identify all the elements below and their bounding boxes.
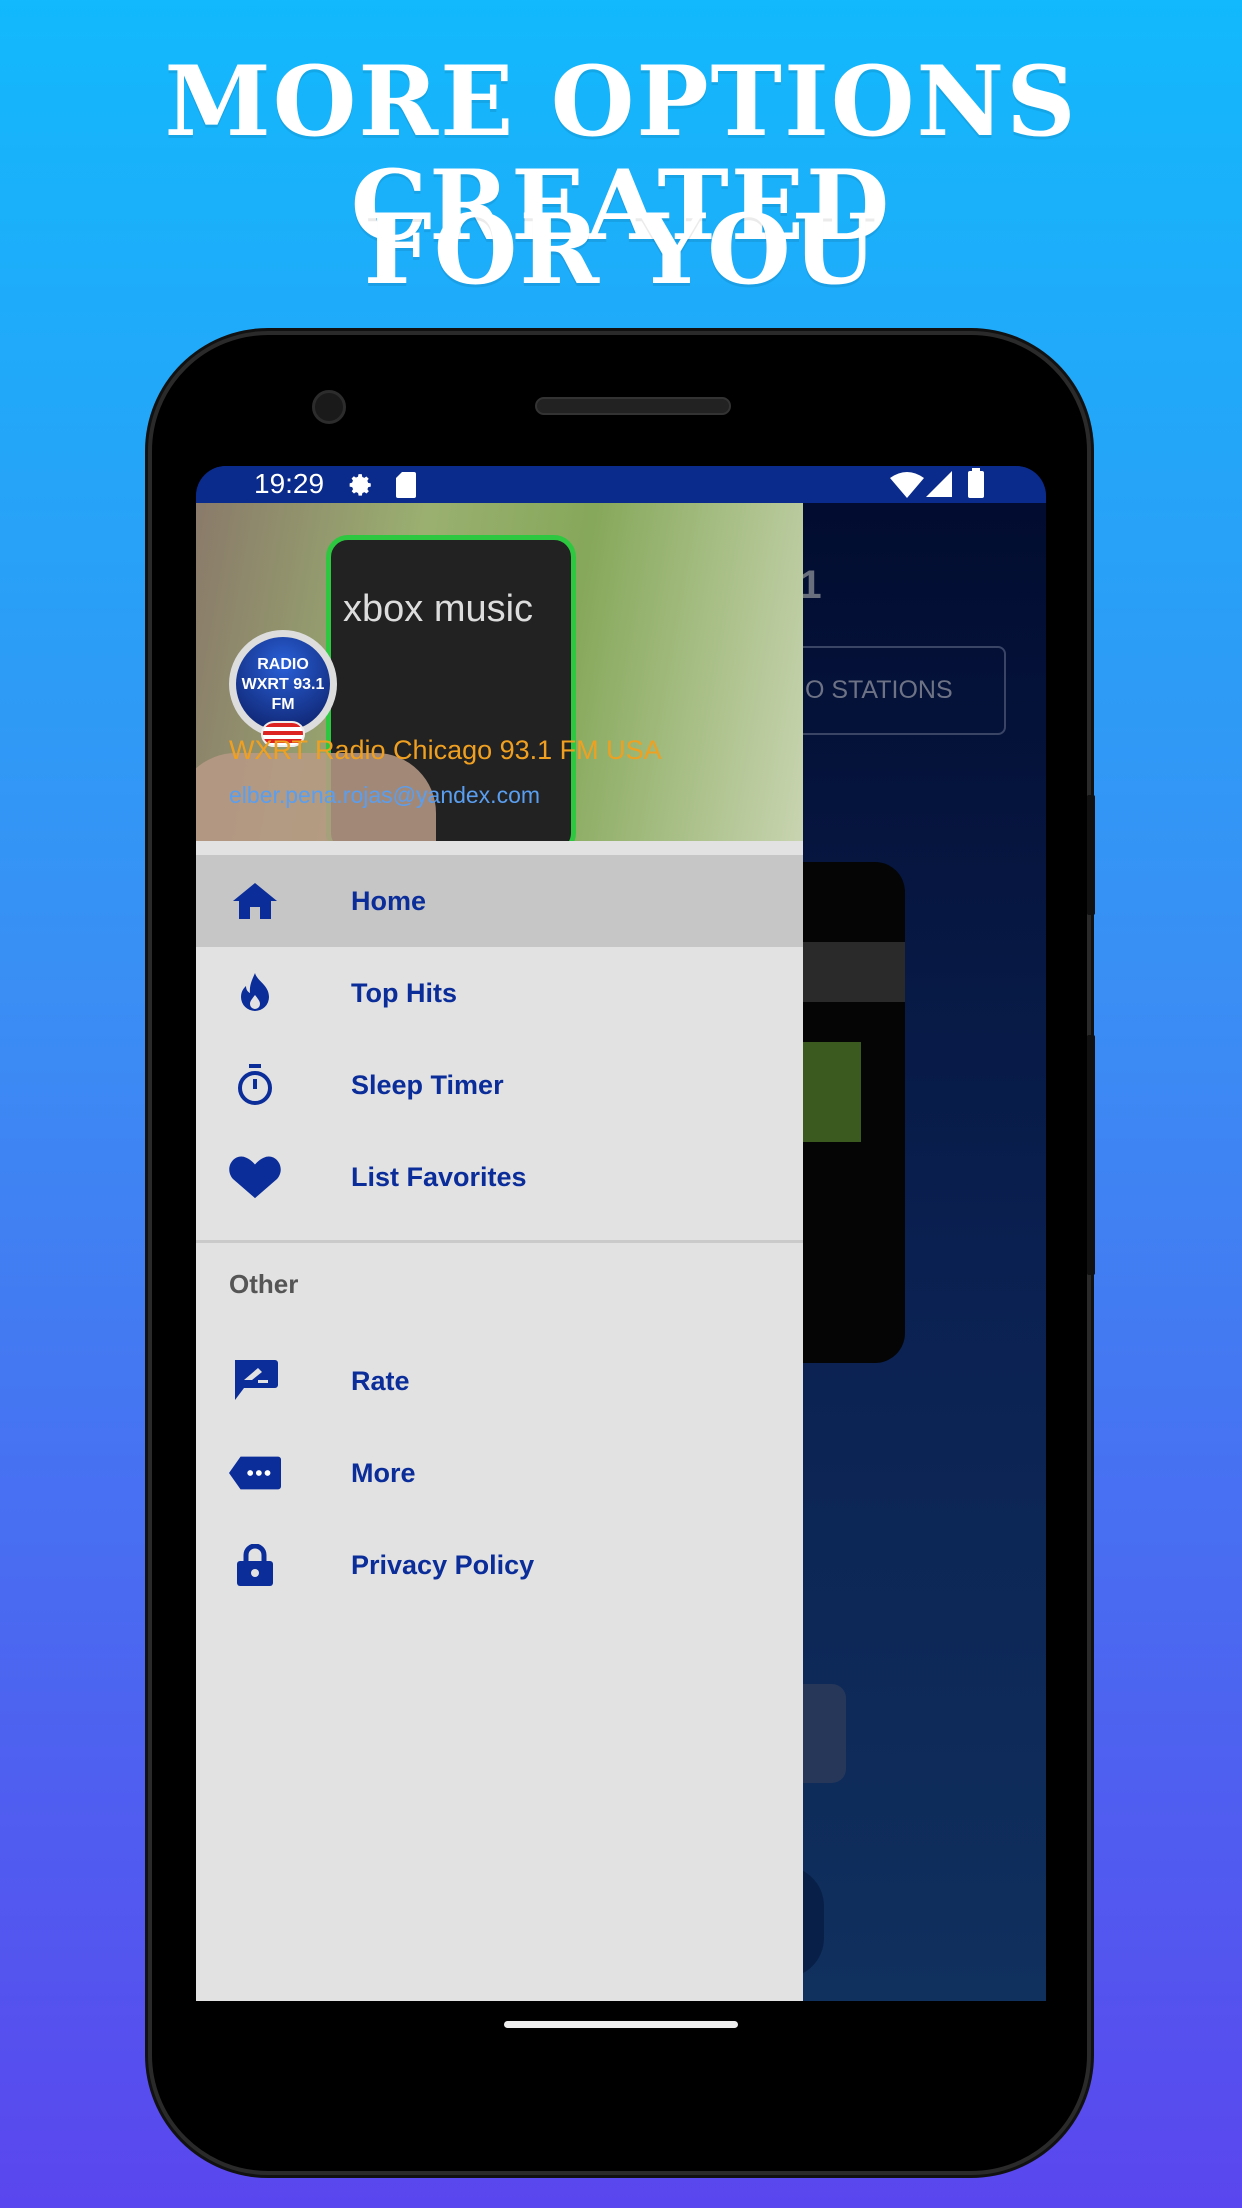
- menu-label: Privacy Policy: [351, 1550, 535, 1580]
- camera: [312, 390, 346, 424]
- timer-icon: [229, 1059, 281, 1111]
- navigation-drawer: xbox music RADIO WXRT 93.1 FM WXRT Radio…: [196, 503, 803, 2001]
- more-tag-icon: [229, 1447, 281, 1499]
- power-button: [1087, 795, 1095, 915]
- battery-icon: [968, 468, 984, 498]
- menu-item-sleep-timer[interactable]: Sleep Timer: [196, 1039, 803, 1131]
- navigation-bar: [196, 2001, 1046, 2061]
- section-title-other: Other: [229, 1269, 299, 1299]
- menu-item-rate[interactable]: Rate: [196, 1335, 803, 1427]
- volume-button: [1087, 1035, 1095, 1275]
- menu-label: Home: [351, 886, 427, 916]
- avatar: RADIO WXRT 93.1 FM: [229, 630, 337, 747]
- menu-item-more[interactable]: More: [196, 1427, 803, 1519]
- status-time: 19:29: [254, 468, 325, 499]
- user-email: elber.pena.rojas@yandex.com: [229, 782, 541, 808]
- header-image-text: xbox music: [343, 588, 534, 630]
- screen: 19:29 3.1 IO STATIONS xbox music RADIO W…: [196, 466, 1046, 2001]
- menu-label: Sleep Timer: [351, 1070, 504, 1100]
- lock-icon: [229, 1539, 281, 1591]
- home-indicator[interactable]: [504, 2021, 738, 2028]
- gear-icon: [349, 474, 371, 496]
- menu-label: Rate: [351, 1366, 410, 1396]
- status-bar: 19:29: [196, 466, 1046, 503]
- sd-card-icon: [396, 472, 416, 498]
- menu-label: More: [351, 1458, 416, 1488]
- heart-icon: [229, 1151, 281, 1203]
- menu-item-home[interactable]: Home: [196, 855, 803, 947]
- menu-item-list-favorites[interactable]: List Favorites: [196, 1131, 803, 1223]
- menu-item-top-hits[interactable]: Top Hits: [196, 947, 803, 1039]
- drawer-header: xbox music RADIO WXRT 93.1 FM WXRT Radio…: [196, 503, 803, 841]
- avatar-text: RADIO WXRT 93.1 FM: [241, 656, 325, 713]
- rate-review-icon: [229, 1355, 281, 1407]
- divider: [196, 1240, 803, 1243]
- promo-title-line2: FOR YOU: [363, 193, 879, 306]
- menu-label: List Favorites: [351, 1162, 527, 1192]
- speaker: [535, 397, 731, 415]
- fire-icon: [229, 967, 281, 1019]
- signal-icon: [926, 471, 952, 497]
- home-icon: [229, 875, 281, 927]
- wifi-icon: [890, 472, 924, 498]
- menu-label: Top Hits: [351, 978, 457, 1008]
- station-name: WXRT Radio Chicago 93.1 FM USA: [229, 735, 662, 765]
- menu-item-privacy-policy[interactable]: Privacy Policy: [196, 1519, 803, 1611]
